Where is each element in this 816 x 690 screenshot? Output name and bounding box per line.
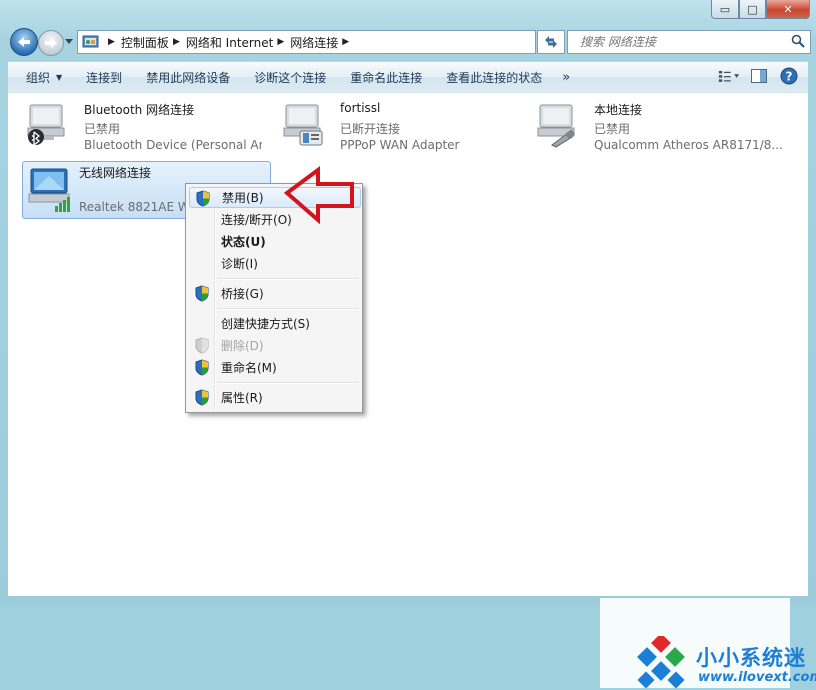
uac-shield-icon: [196, 190, 210, 207]
organize-menu[interactable]: 组织 ▼: [8, 69, 74, 86]
uac-shield-icon: [195, 359, 209, 376]
vpn-modem-icon: [283, 104, 323, 146]
connection-name: 本地连接: [594, 103, 643, 117]
menu-separator: [218, 382, 358, 384]
arrow-left-icon: [18, 37, 30, 47]
rename-connection-button[interactable]: 重命名此连接: [338, 69, 434, 86]
back-button[interactable]: [10, 28, 38, 56]
explorer-window: ▭ □ ✕ ▶ 控制面板 ▶ 网络和 Internet ▶ 网络连接 ▶ 搜索 …: [0, 0, 816, 689]
help-button[interactable]: ?: [778, 66, 800, 86]
wireless-network-icon: [28, 168, 70, 212]
bluetooth-network-icon: [27, 104, 65, 147]
connection-name: Bluetooth 网络连接: [84, 103, 195, 117]
menu-item-create-shortcut[interactable]: 创建快捷方式(S): [189, 313, 359, 334]
connection-device: PPPoP WAN Adapter: [340, 138, 460, 152]
menu-item-bridge[interactable]: 桥接(G): [189, 283, 359, 304]
watermark-title: 小小系统迷: [696, 646, 806, 670]
site-logo-icon: [637, 636, 685, 689]
menu-separator: [218, 278, 358, 280]
menu-item-properties[interactable]: 属性(R): [189, 387, 359, 408]
breadcrumb-separator[interactable]: ▶: [277, 37, 284, 47]
connection-name: fortissl: [340, 101, 381, 115]
menu-item-label: 连接/断开(O): [221, 213, 292, 227]
maximize-button[interactable]: □: [739, 0, 766, 19]
minimize-button[interactable]: ▭: [711, 0, 739, 19]
view-options-button[interactable]: [718, 66, 740, 86]
breadcrumb-separator: ▶: [108, 37, 115, 47]
more-commands-button[interactable]: »: [554, 70, 578, 85]
annotation-arrow-icon: [284, 166, 354, 224]
menu-item-rename[interactable]: 重命名(M): [189, 357, 359, 378]
menu-item-label: 删除(D): [221, 339, 264, 353]
menu-item-label: 创建快捷方式(S): [221, 317, 310, 331]
watermark-url: www.ilovext.com: [698, 670, 816, 685]
connection-item-local[interactable]: 本地连接 已禁用 Qualcomm Atheros AR8171/8...: [532, 101, 794, 157]
connection-status: 已禁用: [84, 122, 121, 136]
connection-device: Bluetooth Device (Personal Ar...: [84, 138, 262, 152]
connection-status: 已断开连接: [340, 122, 401, 136]
forward-button[interactable]: [38, 30, 64, 56]
connect-to-button[interactable]: 连接到: [74, 69, 134, 86]
view-status-button[interactable]: 查看此连接的状态: [434, 69, 554, 86]
connection-status: 已禁用: [594, 122, 631, 136]
menu-item-diagnose[interactable]: 诊断(I): [189, 253, 359, 274]
toolbar-right-group: ?: [718, 66, 800, 86]
window-caption-buttons: ▭ □ ✕: [711, 0, 810, 19]
arrow-right-icon: [45, 38, 57, 48]
preview-pane-icon: [751, 69, 767, 83]
chevron-down-icon: [65, 38, 73, 44]
connection-device: Realtek 8821AE W: [79, 200, 189, 214]
breadcrumb-separator[interactable]: ▶: [173, 37, 180, 47]
menu-item-label: 状态(U): [221, 235, 266, 249]
address-bar[interactable]: ▶ 控制面板 ▶ 网络和 Internet ▶ 网络连接 ▶: [77, 30, 536, 54]
connection-name: 无线网络连接: [79, 166, 152, 180]
uac-shield-icon: [195, 389, 209, 406]
connection-device: Qualcomm Atheros AR8171/8...: [594, 138, 783, 152]
refresh-button[interactable]: [537, 30, 565, 54]
connections-list: Bluetooth 网络连接 已禁用 Bluetooth Device (Per…: [8, 92, 816, 689]
svg-text:?: ?: [786, 70, 793, 84]
refresh-icon: [545, 36, 557, 48]
search-input[interactable]: [578, 34, 782, 50]
uac-shield-icon: [195, 285, 209, 302]
search-box[interactable]: [567, 30, 811, 54]
uac-shield-icon: [195, 337, 209, 354]
menu-item-delete: 删除(D): [189, 335, 359, 356]
breadcrumb-network-internet[interactable]: 网络和 Internet: [186, 34, 273, 51]
diagnose-connection-button[interactable]: 诊断这个连接: [242, 69, 338, 86]
search-icon[interactable]: [791, 34, 805, 48]
disable-device-button[interactable]: 禁用此网络设备: [134, 69, 242, 86]
menu-item-label: 诊断(I): [221, 257, 258, 271]
breadcrumb-separator[interactable]: ▶: [342, 37, 349, 47]
menu-item-label: 重命名(M): [221, 361, 277, 375]
help-icon: ?: [780, 67, 798, 85]
menu-item-label: 禁用(B): [222, 191, 264, 205]
connection-item-fortissl[interactable]: fortissl 已断开连接 PPPoP WAN Adapter: [278, 101, 518, 157]
view-list-icon: [718, 70, 740, 82]
command-bar: 组织 ▼ 连接到 禁用此网络设备 诊断这个连接 重命名此连接 查看此连接的状态 …: [8, 61, 808, 93]
menu-item-label: 桥接(G): [221, 287, 264, 301]
organize-label: 组织: [26, 70, 51, 85]
recent-pages-dropdown[interactable]: [64, 36, 74, 46]
connection-item-bluetooth[interactable]: Bluetooth 网络连接 已禁用 Bluetooth Device (Per…: [22, 101, 262, 157]
menu-item-status[interactable]: 状态(U): [189, 231, 359, 252]
menu-item-label: 属性(R): [221, 391, 263, 405]
close-button[interactable]: ✕: [766, 0, 810, 19]
watermark: 小小系统迷 www.ilovext.com: [600, 598, 816, 689]
control-panel-icon: [82, 35, 99, 48]
breadcrumb-control-panel[interactable]: 控制面板: [121, 34, 169, 51]
preview-pane-button[interactable]: [748, 66, 770, 86]
ethernet-network-icon: [537, 104, 575, 148]
menu-separator: [218, 308, 358, 310]
chevron-down-icon: ▼: [56, 72, 63, 82]
breadcrumb-network-connections[interactable]: 网络连接: [290, 34, 338, 51]
